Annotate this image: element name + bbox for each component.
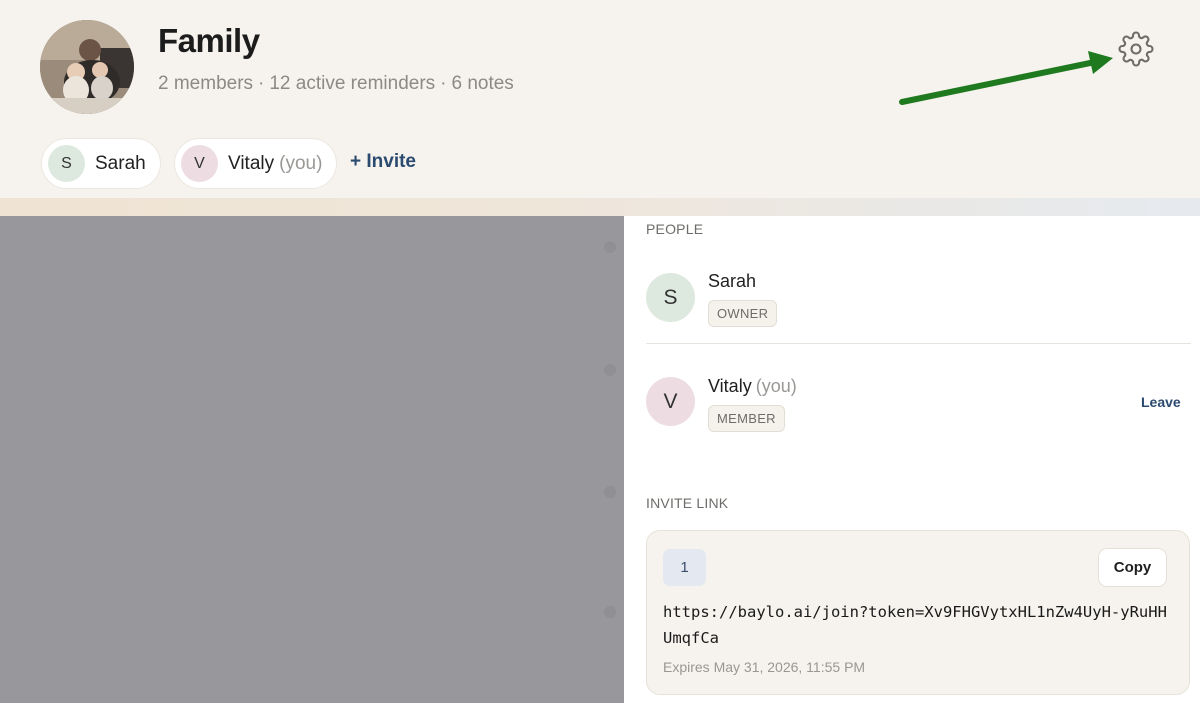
group-title: Family — [158, 22, 260, 59]
member-name: Vitaly — [228, 152, 275, 174]
link-number-badge: 1 — [663, 549, 706, 586]
member-name: Sarah — [95, 152, 146, 174]
gear-icon — [1118, 31, 1154, 67]
group-header: Family 2 members · 12 active reminders · 6 n… — [0, 0, 1200, 198]
members-panel: PEOPLE S Sarah OWNER V Vitaly (you) MEMBE… — [624, 216, 1200, 703]
invite-link-section-label: INVITE LINK — [646, 495, 729, 511]
invite-url[interactable]: https://baylo.ai/join?token=Xv9FHGVytxHL… — [663, 599, 1175, 651]
backdrop-dot — [604, 486, 616, 498]
notes-count: 6 notes — [451, 73, 514, 94]
invite-link-card: 1 Copy https://baylo.ai/join?token=Xv9FH… — [646, 530, 1190, 695]
backdrop-dot — [604, 364, 616, 376]
stats-separator: · — [258, 73, 265, 94]
backdrop-dot — [604, 606, 616, 618]
copy-button[interactable]: Copy — [1098, 548, 1167, 587]
stats-separator: · — [440, 73, 447, 94]
person-name: Vitaly (you) — [708, 376, 797, 397]
reminders-count: 12 active reminders — [269, 73, 436, 94]
header-divider — [0, 198, 1200, 216]
you-label: (you) — [755, 376, 797, 396]
person-name-text: Sarah — [708, 271, 757, 291]
member-initial: V — [181, 145, 218, 182]
arrow-icon — [899, 51, 1113, 105]
people-divider — [646, 343, 1191, 344]
members-count: 2 members — [158, 73, 254, 94]
group-photo — [40, 20, 134, 114]
backdrop-dot — [604, 241, 616, 253]
member-chip-sarah[interactable]: S Sarah — [41, 138, 161, 189]
group-stats: 2 members · 12 active reminders · 6 notes — [158, 73, 514, 95]
person-avatar: S — [646, 273, 695, 322]
you-label: (you) — [279, 152, 323, 174]
invite-button[interactable]: + Invite — [350, 151, 416, 173]
member-chip-vitaly[interactable]: V Vitaly (you) — [174, 138, 338, 189]
modal-backdrop[interactable] — [0, 216, 624, 703]
link-expiry: Expires May 31, 2026, 11:55 PM — [663, 659, 866, 675]
group-avatar[interactable] — [40, 20, 134, 114]
people-section-label: PEOPLE — [646, 221, 704, 237]
person-name: Sarah — [708, 271, 756, 292]
person-name-text: Vitaly — [708, 376, 752, 396]
member-initial: S — [48, 145, 85, 182]
role-badge: MEMBER — [708, 405, 785, 432]
person-avatar: V — [646, 377, 695, 426]
role-badge: OWNER — [708, 300, 778, 327]
leave-button[interactable]: Leave — [1141, 394, 1181, 410]
settings-button[interactable] — [1118, 31, 1154, 67]
